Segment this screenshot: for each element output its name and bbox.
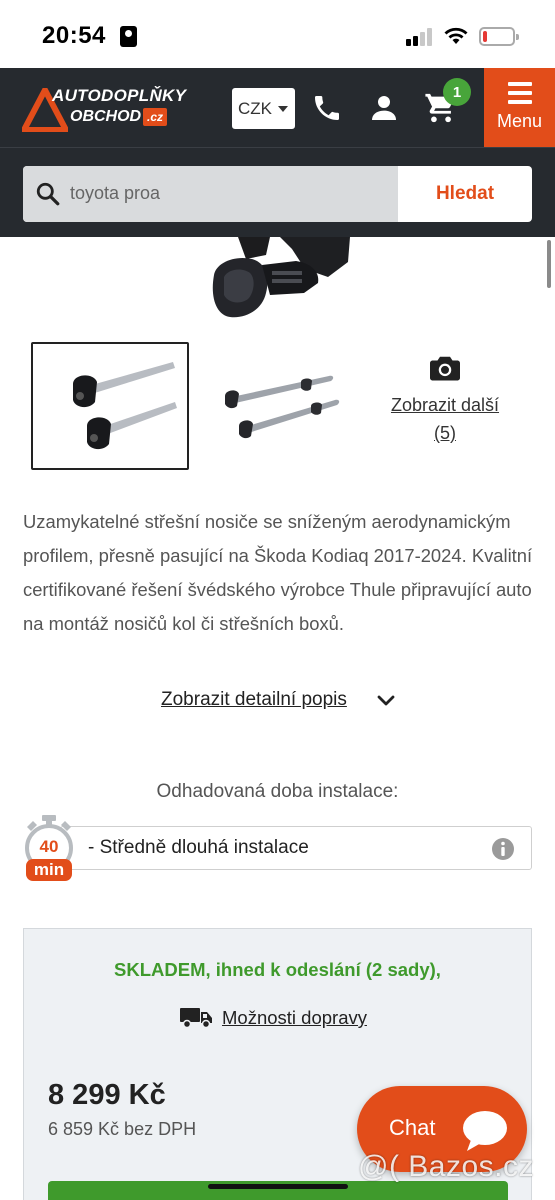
phone-button[interactable] [309, 90, 345, 126]
gallery-thumbnail-2[interactable] [205, 342, 363, 470]
home-indicator[interactable] [208, 1184, 348, 1189]
status-time: 20:54 [42, 22, 106, 49]
site-logo[interactable]: AUTODOPLŇKY OBCHOD .cz [22, 86, 187, 132]
chat-label: Chat [389, 1115, 436, 1140]
menu-button[interactable]: Menu [484, 68, 555, 147]
product-main-image[interactable] [200, 237, 360, 322]
install-time-label: Odhadovaná doba instalace: [156, 781, 399, 802]
contact-card-icon [120, 26, 137, 47]
cellular-signal-icon [406, 28, 434, 46]
roof-rack-thumbnail-image [225, 375, 340, 439]
info-icon[interactable] [491, 837, 515, 861]
caret-down-icon [278, 106, 288, 112]
price: 8 299 Kč [48, 1079, 166, 1111]
camera-icon [430, 356, 460, 381]
chevron-down-icon[interactable] [377, 695, 395, 707]
install-time-value: - Středně dlouhá instalace [88, 837, 309, 858]
logo-line-2: OBCHOD [70, 108, 142, 125]
product-description: Uzamykatelné střešní nosiče se sníženým … [23, 511, 533, 634]
stopwatch-icon: 40 min [22, 815, 76, 885]
hamburger-icon [508, 82, 532, 109]
menu-label: Menu [496, 111, 543, 131]
account-button[interactable] [366, 90, 402, 126]
currency-select[interactable]: CZK [232, 88, 295, 129]
install-time-field: - Středně dlouhá instalace [60, 826, 532, 870]
watermark: @( Bazos.cz [358, 1150, 534, 1183]
more-photos-link[interactable]: Zobrazit další (5) [378, 355, 512, 447]
more-photos-label[interactable]: Zobrazit další [378, 391, 512, 419]
shipping-options-link[interactable]: Možnosti dopravy [222, 1007, 367, 1029]
page-scrollbar[interactable] [547, 240, 551, 288]
chat-bubble-icon [463, 1111, 507, 1151]
logo-domain: .cz [143, 108, 168, 126]
roof-rack-thumbnail-image [73, 362, 177, 450]
site-header: AUTODOPLŇKY OBCHOD .cz CZK 1 Menu [0, 68, 555, 147]
cart-count-badge: 1 [443, 78, 471, 106]
battery-icon [479, 27, 519, 46]
phone-icon [315, 96, 339, 120]
stock-status: SKLADEM, ihned k odeslání (2 sady), [114, 959, 441, 980]
search-bar: toyota proa Hledat [0, 147, 555, 237]
search-button[interactable]: Hledat [398, 166, 532, 222]
more-photos-count[interactable]: (5) [378, 419, 512, 447]
search-query-text: toyota proa [70, 183, 161, 203]
status-bar: 20:54 [0, 0, 555, 68]
logo-line-1: AUTODOPLŇKY [52, 86, 187, 105]
search-input[interactable]: toyota proa [23, 166, 398, 222]
currency-value: CZK [238, 98, 272, 118]
timer-unit: min [33, 860, 65, 879]
gallery-thumbnail-1[interactable] [31, 342, 189, 470]
search-icon [36, 182, 60, 206]
price-without-vat: 6 859 Kč bez DPH [48, 1119, 197, 1139]
user-icon [372, 96, 396, 120]
timer-number: 40 [39, 837, 59, 856]
wifi-icon [444, 27, 468, 44]
detail-description-link[interactable]: Zobrazit detailní popis [161, 689, 347, 711]
search-box: toyota proa Hledat [23, 166, 532, 222]
truck-icon [180, 1008, 212, 1029]
battery-level [483, 31, 487, 42]
